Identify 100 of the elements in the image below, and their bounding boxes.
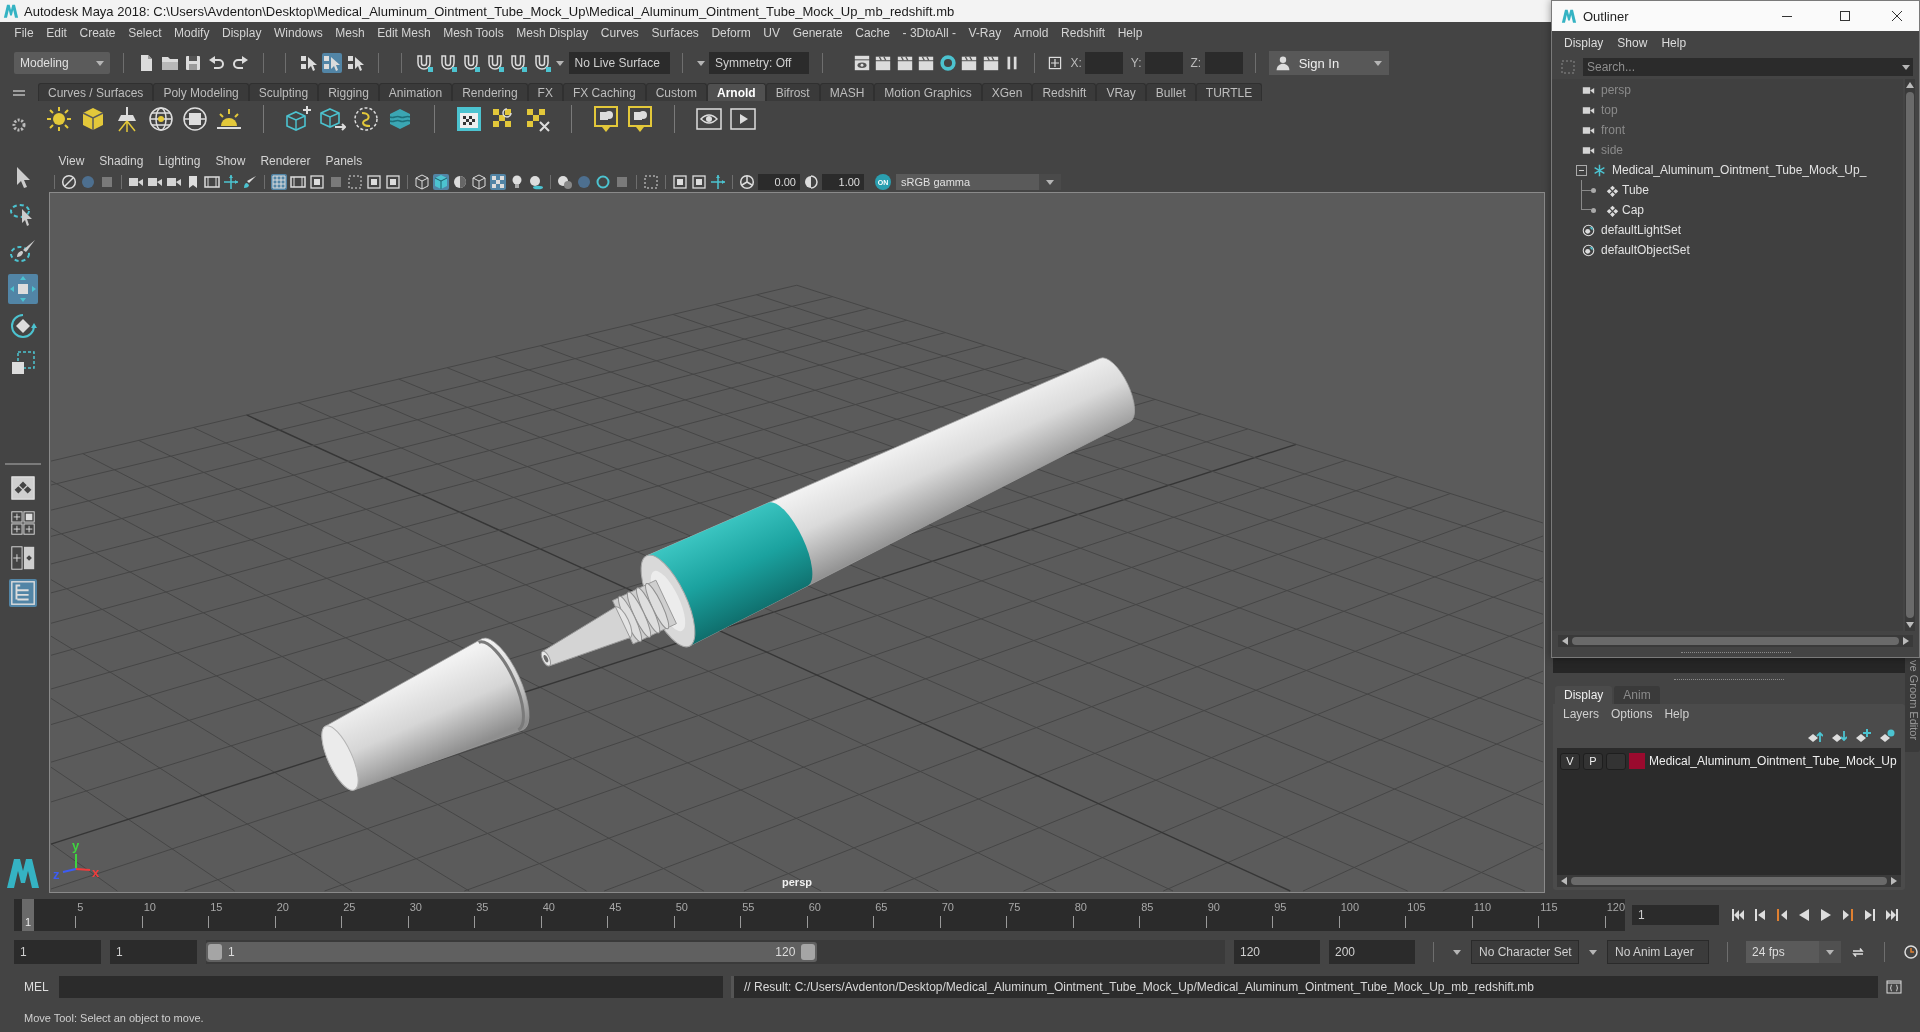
collapse-icon[interactable] <box>1576 164 1587 176</box>
shelf-tab[interactable]: Custom <box>645 83 707 101</box>
menu-item[interactable]: Panels <box>317 154 370 168</box>
side-tab[interactable]: ve Groom Editor <box>1905 658 1920 752</box>
shelf-tab[interactable]: XGen <box>981 83 1033 101</box>
menu-item[interactable]: Display <box>215 26 268 40</box>
menu-item[interactable]: Help <box>1654 36 1694 50</box>
range-slider-bar[interactable] <box>206 942 818 962</box>
cube-arrow-icon[interactable] <box>318 105 346 133</box>
shelf-tab[interactable]: Motion Graphics <box>874 83 982 101</box>
menu-item[interactable]: Mesh <box>328 26 371 40</box>
close-icon[interactable] <box>1891 10 1903 22</box>
sign-in-button[interactable]: Sign In <box>1268 51 1389 75</box>
clapperboard-icon[interactable] <box>960 54 978 72</box>
spheres-icon[interactable] <box>557 174 573 190</box>
cap-model[interactable] <box>321 637 530 791</box>
checker-window-icon[interactable] <box>455 105 483 133</box>
menu-item[interactable]: Help <box>1658 707 1696 721</box>
frame-arrow-icon[interactable] <box>592 105 620 133</box>
menu-item[interactable]: Mesh Display <box>509 26 595 40</box>
settings-icon[interactable] <box>11 117 27 133</box>
menu-item[interactable]: Shading <box>91 154 151 168</box>
ring-icon[interactable] <box>938 54 957 72</box>
menu-item[interactable]: - 3DtoAll - <box>896 26 963 40</box>
caret-icon[interactable] <box>555 58 565 68</box>
cursor-squares-icon[interactable] <box>298 53 319 73</box>
magnet-icon[interactable] <box>508 53 528 73</box>
anim-layer-field[interactable]: No Anim Layer <box>1607 940 1709 964</box>
menu-item[interactable]: Windows <box>267 26 329 40</box>
script-editor-icon[interactable] <box>1886 979 1902 995</box>
symmetry-field[interactable]: Symmetry: Off <box>709 52 809 74</box>
clapperboard-icon[interactable] <box>917 54 935 72</box>
scrollbar-thumb[interactable] <box>1572 637 1899 645</box>
rotate-icon[interactable] <box>8 311 38 341</box>
swatch-icon[interactable] <box>1629 753 1645 769</box>
outliner-layout-icon[interactable] <box>9 579 37 607</box>
menu-item[interactable]: Create <box>73 26 122 40</box>
cube-icon[interactable] <box>414 174 430 190</box>
menu-item[interactable]: Help <box>1111 26 1149 40</box>
square-icon[interactable] <box>385 174 401 190</box>
shelf-tab[interactable]: Rigging <box>318 83 379 101</box>
live-surface-field[interactable]: No Live Surface <box>568 52 670 74</box>
caret-icon[interactable] <box>95 58 105 68</box>
square-icon[interactable] <box>672 174 688 190</box>
menu-item[interactable]: Show <box>1610 36 1655 50</box>
command-language-button[interactable]: MEL <box>24 980 59 994</box>
menu-item[interactable]: Cache <box>848 26 897 40</box>
menu-item[interactable]: Edit <box>39 26 74 40</box>
scrollbar-thumb[interactable] <box>1571 877 1887 885</box>
left-arrow-icon[interactable] <box>1560 876 1568 886</box>
coordinate-field[interactable] <box>1204 52 1243 74</box>
play-frame-icon[interactable] <box>729 105 757 133</box>
curve-circle-icon[interactable] <box>352 105 380 133</box>
clapperboard-icon[interactable] <box>981 54 1000 72</box>
menu-set-dropdown[interactable]: Modeling <box>14 52 110 74</box>
clapperboard-icon[interactable] <box>895 54 914 72</box>
shelf-tab[interactable]: Sculpting <box>248 83 319 101</box>
menu-item[interactable]: Show <box>207 154 253 168</box>
cube-plus-icon[interactable] <box>284 105 312 133</box>
circle-slash-icon[interactable] <box>61 174 77 190</box>
four-pane-icon[interactable] <box>9 509 37 537</box>
down-arrow-icon[interactable] <box>1905 621 1915 629</box>
range-start-field[interactable]: 1 <box>110 940 197 964</box>
command-input-field[interactable] <box>59 976 723 998</box>
visibility-toggle[interactable]: V <box>1560 752 1580 770</box>
sphere-icon[interactable] <box>528 174 544 190</box>
fps-dropdown[interactable]: 24 fps <box>1746 941 1841 963</box>
layer-dot-icon[interactable] <box>1879 728 1895 744</box>
tree-item[interactable]: Medical_Aluminum_Ointment_Tube_Mock_Up_ <box>1612 163 1867 177</box>
film-strip-icon[interactable] <box>204 174 220 190</box>
gamma-field[interactable]: 1.00 <box>822 174 864 190</box>
shelf-tab[interactable]: Curves / Surfaces <box>38 83 154 101</box>
square-icon[interactable] <box>309 174 325 190</box>
tube-model[interactable] <box>540 357 1135 667</box>
coordinate-field[interactable] <box>1145 52 1184 74</box>
cursor-squares-icon[interactable] <box>345 53 366 73</box>
shelf-tab[interactable]: FX Caching <box>562 83 646 101</box>
frame-arrow-icon[interactable] <box>626 105 654 133</box>
eye-clapperboard-icon[interactable] <box>852 54 871 72</box>
shelf-tab[interactable]: MASH <box>819 83 875 101</box>
vertical-scrollbar[interactable] <box>1905 79 1915 631</box>
layer-name[interactable]: Medical_Aluminum_Ointment_Tube_Mock_Up <box>1648 754 1897 768</box>
shelf-tab[interactable]: Rendering <box>452 83 528 101</box>
skip-to-start-icon[interactable] <box>1730 907 1746 923</box>
square-icon[interactable] <box>366 174 382 190</box>
menu-item[interactable]: Curves <box>594 26 646 40</box>
start-frame-field[interactable]: 1 <box>14 940 101 964</box>
current-frame-marker[interactable]: 1 <box>22 899 34 931</box>
layer-down-icon[interactable] <box>1831 728 1847 744</box>
checker-icon[interactable] <box>490 174 506 190</box>
shelf-tab[interactable]: VRay <box>1096 83 1146 101</box>
menu-item[interactable]: Layers <box>1557 707 1606 721</box>
sun-icon[interactable] <box>45 105 73 133</box>
film-strip-icon[interactable] <box>290 174 306 190</box>
globe-icon[interactable] <box>147 105 175 133</box>
half-sphere-icon[interactable] <box>452 174 468 190</box>
clock-icon[interactable] <box>1903 944 1919 960</box>
tree-item[interactable]: Cap <box>1622 203 1644 217</box>
playback-toggle[interactable]: P <box>1583 752 1603 770</box>
menu-item[interactable]: Modify <box>167 26 216 40</box>
